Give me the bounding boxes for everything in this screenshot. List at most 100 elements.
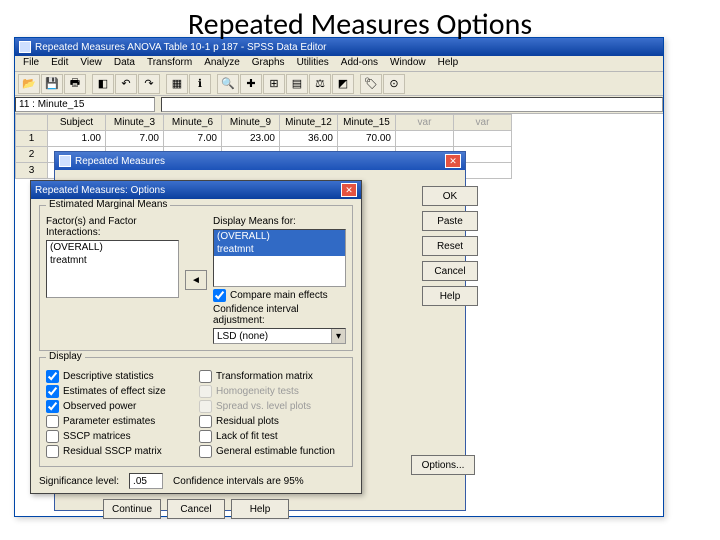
display-group: Display Descriptive statistics Estimates…	[39, 357, 353, 467]
value-labels-icon[interactable]: 🏷	[360, 74, 382, 94]
col-min6[interactable]: Minute_6	[164, 115, 222, 131]
estimable-fn-check[interactable]: General estimable function	[199, 445, 346, 458]
col-min15[interactable]: Minute_15	[338, 115, 396, 131]
rm-icon	[59, 155, 71, 167]
lack-of-fit-check[interactable]: Lack of fit test	[199, 430, 346, 443]
cell-reference-bar: 11 : Minute_15	[15, 96, 663, 114]
col-var1[interactable]: var	[396, 115, 454, 131]
find-icon[interactable]: 🔍	[217, 74, 239, 94]
menu-data[interactable]: Data	[108, 56, 141, 71]
corner-cell	[16, 115, 48, 131]
factors-listbox[interactable]: (OVERALL) treatmnt	[46, 240, 179, 298]
insert-case-icon[interactable]: ✚	[240, 74, 262, 94]
display-means-label: Display Means for:	[213, 216, 346, 227]
menu-graphs[interactable]: Graphs	[246, 56, 291, 71]
rm-title: Repeated Measures	[75, 156, 445, 167]
cell-reference: 11 : Minute_15	[15, 97, 155, 112]
menu-analyze[interactable]: Analyze	[198, 56, 246, 71]
compare-main-effects-check[interactable]: Compare main effects	[213, 289, 346, 302]
col-min9[interactable]: Minute_9	[222, 115, 280, 131]
list-item[interactable]: (OVERALL)	[214, 230, 345, 243]
sig-row: Significance level: .05 Confidence inter…	[31, 467, 361, 495]
rm-titlebar: Repeated Measures ✕	[55, 152, 465, 170]
menu-addons[interactable]: Add-ons	[335, 56, 384, 71]
menu-file[interactable]: File	[17, 56, 45, 71]
dialog-recall-icon[interactable]: ◧	[92, 74, 114, 94]
continue-button[interactable]: Continue	[103, 499, 161, 519]
list-item[interactable]: (OVERALL)	[47, 241, 178, 254]
close-icon[interactable]: ✕	[445, 154, 461, 168]
homogeneity-check: Homogeneity tests	[199, 385, 346, 398]
col-var2[interactable]: var	[454, 115, 512, 131]
options-buttons: Continue Cancel Help	[31, 495, 361, 525]
compare-checkbox[interactable]	[213, 289, 226, 302]
ci-adjust-combo[interactable]: LSD (none) ▾	[213, 328, 346, 344]
info-icon[interactable]: ℹ	[189, 74, 211, 94]
ci-text: Confidence intervals are 95%	[173, 476, 304, 487]
sets-icon[interactable]: ⊙	[383, 74, 405, 94]
move-arrow-button[interactable]: ◄	[185, 270, 207, 290]
menu-transform[interactable]: Transform	[141, 56, 198, 71]
cell-value[interactable]	[161, 97, 663, 112]
reset-button[interactable]: Reset	[422, 236, 478, 256]
spread-level-check: Spread vs. level plots	[199, 400, 346, 413]
print-icon[interactable]: 🖶	[64, 74, 86, 94]
col-subject[interactable]: Subject	[48, 115, 106, 131]
options-button-wrap: Options...	[411, 455, 475, 475]
options-dialog: Repeated Measures: Options ✕ Estimated M…	[30, 180, 362, 494]
menu-edit[interactable]: Edit	[45, 56, 74, 71]
descriptive-check[interactable]: Descriptive statistics	[46, 370, 193, 383]
split-icon[interactable]: ▤	[286, 74, 308, 94]
transformation-check[interactable]: Transformation matrix	[199, 370, 346, 383]
options-title: Repeated Measures: Options	[35, 185, 341, 196]
effect-size-check[interactable]: Estimates of effect size	[46, 385, 193, 398]
select-icon[interactable]: ◩	[332, 74, 354, 94]
sscp-check[interactable]: SSCP matrices	[46, 430, 193, 443]
redo-icon[interactable]: ↷	[138, 74, 160, 94]
menu-window[interactable]: Window	[384, 56, 432, 71]
arrow-right-icon: ◄	[191, 275, 201, 286]
save-icon[interactable]: 💾	[41, 74, 63, 94]
spss-title: Repeated Measures ANOVA Table 10-1 p 187…	[35, 42, 659, 53]
display-group-title: Display	[46, 351, 85, 362]
open-icon[interactable]: 📂	[18, 74, 40, 94]
menu-view[interactable]: View	[74, 56, 108, 71]
col-min12[interactable]: Minute_12	[280, 115, 338, 131]
menubar[interactable]: File Edit View Data Transform Analyze Gr…	[15, 56, 663, 72]
help-button[interactable]: Help	[231, 499, 289, 519]
observed-power-check[interactable]: Observed power	[46, 400, 193, 413]
ci-adjust-label: Confidence interval adjustment:	[213, 304, 346, 326]
menu-utilities[interactable]: Utilities	[291, 56, 335, 71]
options-button[interactable]: Options...	[411, 455, 475, 475]
residual-sscp-check[interactable]: Residual SSCP matrix	[46, 445, 193, 458]
help-button[interactable]: Help	[422, 286, 478, 306]
chevron-down-icon[interactable]: ▾	[331, 329, 345, 343]
list-item[interactable]: treatmnt	[214, 243, 345, 256]
sig-label: Significance level:	[39, 476, 119, 487]
paste-button[interactable]: Paste	[422, 211, 478, 231]
insert-var-icon[interactable]: ⊞	[263, 74, 285, 94]
factors-label: Factor(s) and Factor Interactions:	[46, 216, 179, 238]
weight-icon[interactable]: ⚖	[309, 74, 331, 94]
ci-combo-value: LSD (none)	[214, 331, 331, 342]
param-estimates-check[interactable]: Parameter estimates	[46, 415, 193, 428]
goto-icon[interactable]: ▦	[166, 74, 188, 94]
residual-plots-check[interactable]: Residual plots	[199, 415, 346, 428]
menu-help[interactable]: Help	[432, 56, 465, 71]
col-min3[interactable]: Minute_3	[106, 115, 164, 131]
rm-side-buttons: OK Paste Reset Cancel Help	[422, 186, 478, 306]
sig-level-input[interactable]: .05	[129, 473, 163, 489]
display-means-listbox[interactable]: (OVERALL) treatmnt	[213, 229, 346, 287]
table-row[interactable]: 1 1.00 7.00 7.00 23.00 36.00 70.00	[16, 131, 512, 147]
cancel-button[interactable]: Cancel	[167, 499, 225, 519]
emm-group: Estimated Marginal Means Factor(s) and F…	[39, 205, 353, 351]
slide-title: Repeated Measures Options	[0, 6, 720, 43]
emm-group-title: Estimated Marginal Means	[46, 199, 170, 210]
options-titlebar: Repeated Measures: Options ✕	[31, 181, 361, 199]
toolbar: 📂 💾 🖶 ◧ ↶ ↷ ▦ ℹ 🔍 ✚ ⊞ ▤ ⚖ ◩ 🏷 ⊙	[15, 72, 663, 96]
close-icon[interactable]: ✕	[341, 183, 357, 197]
list-item[interactable]: treatmnt	[47, 254, 178, 267]
cancel-button[interactable]: Cancel	[422, 261, 478, 281]
undo-icon[interactable]: ↶	[115, 74, 137, 94]
ok-button[interactable]: OK	[422, 186, 478, 206]
